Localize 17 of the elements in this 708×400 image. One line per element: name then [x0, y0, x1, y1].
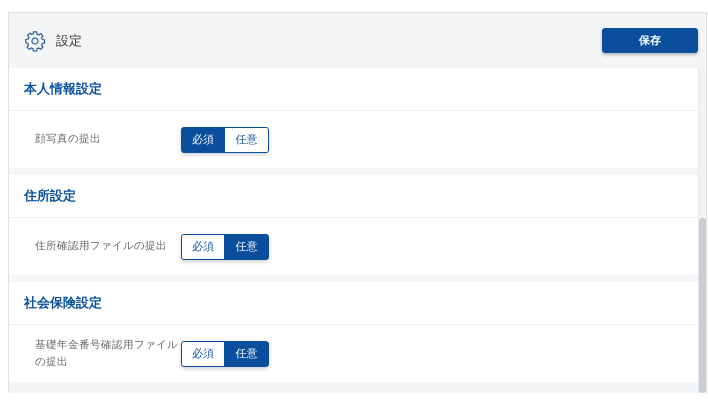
toggle-option[interactable]: 任意	[225, 234, 269, 260]
toggle-option[interactable]: 任意	[225, 126, 269, 152]
setting-label: 住所確認用ファイルの提出	[35, 239, 168, 254]
save-button[interactable]: 保存	[602, 28, 698, 53]
toggle-option[interactable]: 必須	[181, 234, 225, 260]
page-title: 設定	[56, 32, 83, 50]
section-title: 本人情報設定	[9, 68, 698, 111]
scrollbar-thumb[interactable]	[699, 218, 706, 393]
setting-label: 顔写真の提出	[35, 132, 102, 148]
toggle-option[interactable]: 任意	[225, 340, 269, 366]
toggle-option[interactable]: 必須	[181, 126, 225, 152]
setting-label: 基礎年金番号確認用ファイルの提出	[35, 338, 179, 370]
section-title: 住所設定	[9, 175, 698, 218]
scrollbar[interactable]	[698, 68, 706, 393]
settings-icon	[24, 30, 46, 52]
section-title: 社会保険設定	[9, 282, 698, 325]
toggle-option[interactable]: 必須	[181, 340, 225, 366]
